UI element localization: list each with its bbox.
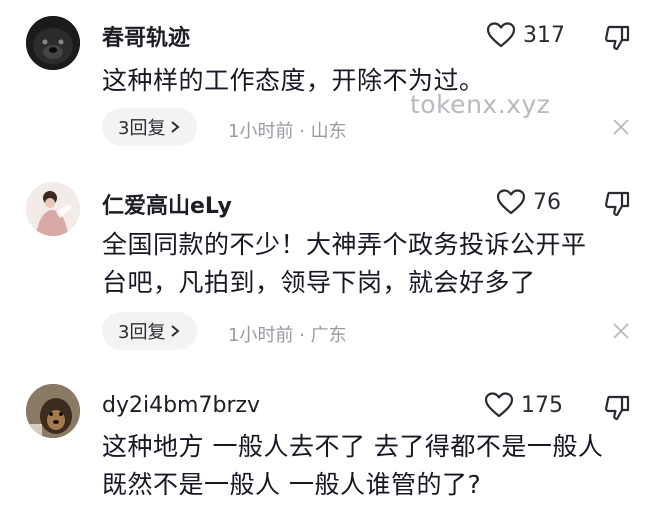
replies-label: 3回复 [118,118,166,139]
watermark-text: tokenx.xyz [410,90,551,119]
close-icon[interactable] [612,322,630,340]
username[interactable]: dy2i4bm7brzv [102,393,260,418]
close-icon[interactable] [612,118,630,136]
like-count: 175 [521,392,563,418]
like-button[interactable]: 175 [485,392,563,418]
view-replies-button[interactable]: 3回复 [102,312,198,350]
puppy-avatar-icon [26,384,80,438]
comment-text-line: 全国同款的不少！大神弄个政务投诉公开平 [102,230,587,259]
comment-text: 全国同款的不少！大神弄个政务投诉公开平 台吧，凡拍到，领导下岗，就会好多了 [102,226,642,302]
view-replies-button[interactable]: 3回复 [102,108,198,146]
comment-item: 春哥轨迹 317 这种样的工作态度，开除不为过。 3回复 1小时前 · 山东 [0,0,660,160]
username[interactable]: 春哥轨迹 [102,20,190,52]
user-avatar[interactable] [26,16,80,70]
username[interactable]: 仁爱高山eLy [102,188,232,220]
heart-outline-icon [485,392,513,418]
comment-text: 这种地方 一般人去不了 去了得都不是一般人 既然不是一般人 一般人谁管的了? [102,428,642,504]
heart-outline-icon [497,189,525,215]
comment-item: 仁爱高山eLy 76 全国同款的不少！大神弄个政务投诉公开平 台吧，凡拍到，领导… [0,178,660,368]
thumbs-down-outline-icon[interactable] [603,394,631,422]
user-avatar[interactable] [26,384,80,438]
comment-text-line: 这种样的工作态度，开除不为过。 [102,66,485,95]
user-avatar[interactable] [26,182,80,236]
comment-meta: 1小时前 · 山东 [228,121,347,142]
comment-text-line: 既然不是一般人 一般人谁管的了? [102,470,482,499]
like-count: 76 [533,189,561,215]
comment-text: 这种样的工作态度，开除不为过。 [102,62,642,100]
dog-avatar-icon [26,16,80,70]
comment-meta: 1小时前 · 广东 [228,325,347,346]
like-button[interactable]: 317 [487,22,565,48]
like-count: 317 [523,22,565,48]
thumbs-down-outline-icon[interactable] [603,190,631,218]
chevron-right-icon [171,121,181,133]
chevron-right-icon [171,325,181,337]
thumbs-down-outline-icon[interactable] [603,24,631,52]
comment-text-line: 台吧，凡拍到，领导下岗，就会好多了 [102,268,536,297]
like-button[interactable]: 76 [497,189,561,215]
comment-item: dy2i4bm7brzv 175 这种地方 一般人去不了 去了得都不是一般人 既… [0,382,660,516]
girl-avatar-icon [26,182,80,236]
heart-outline-icon [487,22,515,48]
replies-label: 3回复 [118,322,166,343]
comment-text-line: 这种地方 一般人去不了 去了得都不是一般人 [102,432,604,461]
